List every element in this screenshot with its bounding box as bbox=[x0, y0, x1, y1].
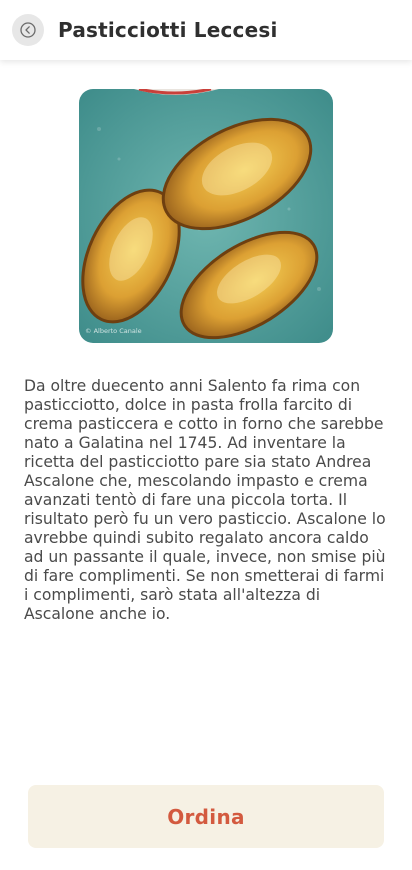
app-bar: Pasticciotti Leccesi bbox=[0, 0, 412, 60]
page-title: Pasticciotti Leccesi bbox=[58, 18, 278, 42]
back-arrow-circle-icon bbox=[20, 22, 36, 38]
recipe-photo: © Alberto Canale bbox=[79, 89, 333, 343]
order-button-label: Ordina bbox=[167, 804, 245, 829]
recipe-description: Da oltre duecento anni Salento fa rima c… bbox=[24, 377, 386, 623]
photo-watermark: © Alberto Canale bbox=[85, 327, 142, 335]
order-button[interactable]: Ordina bbox=[28, 785, 384, 848]
back-button[interactable] bbox=[12, 14, 44, 46]
